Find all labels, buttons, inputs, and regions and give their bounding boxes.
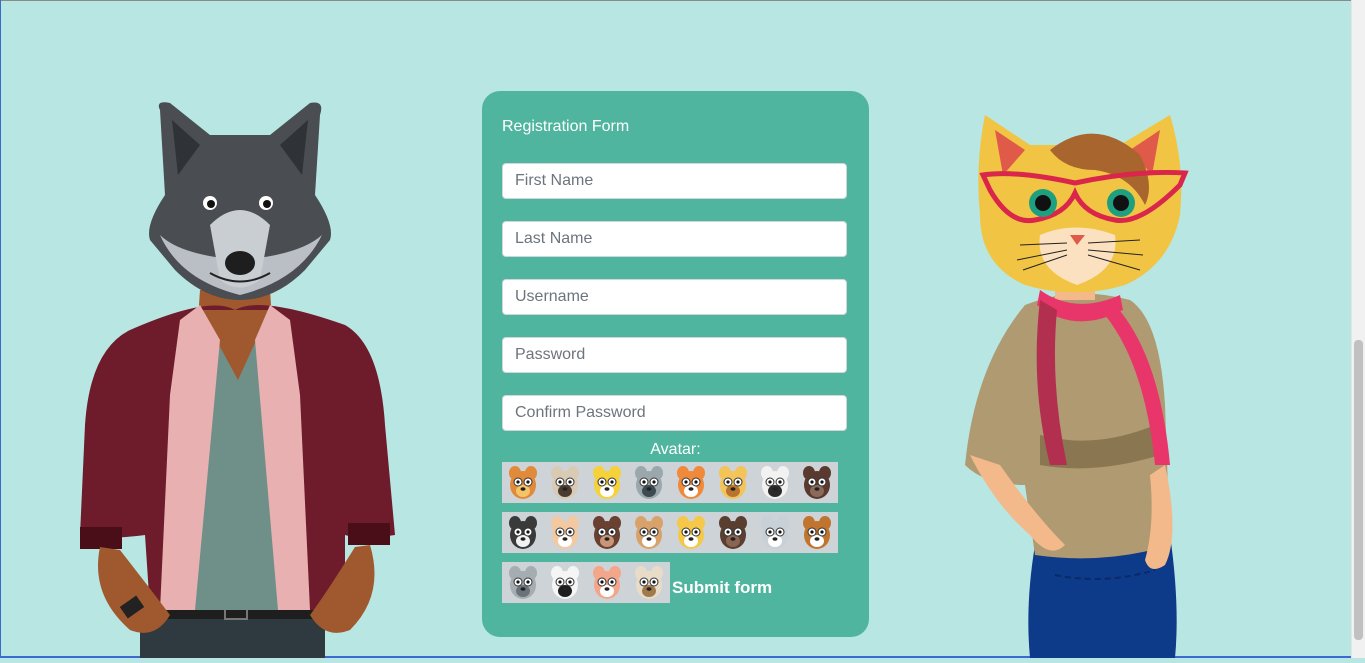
- avatar-pig[interactable]: [586, 562, 628, 603]
- chick-icon: [593, 466, 621, 499]
- first-name-input[interactable]: [502, 163, 847, 199]
- panda-icon: [551, 566, 579, 599]
- avatar-lion[interactable]: [502, 462, 544, 503]
- avatar-label: Avatar:: [650, 441, 701, 458]
- window-left-border: [0, 0, 1, 658]
- avatar-gorilla[interactable]: [796, 462, 838, 503]
- submit-form-button[interactable]: Submit form: [672, 576, 772, 600]
- avatar-raccoon[interactable]: [628, 462, 670, 503]
- avatar-chick[interactable]: [586, 462, 628, 503]
- vertical-scrollbar[interactable]: [1351, 0, 1365, 658]
- avatar-monkey[interactable]: [586, 512, 628, 553]
- cat-character-illustration: [955, 105, 1200, 658]
- gorilla-icon: [803, 466, 831, 499]
- registration-form-card: Registration Form Avatar: Submit form: [482, 91, 869, 637]
- username-input[interactable]: [502, 279, 847, 315]
- scrollbar-thumb[interactable]: [1354, 340, 1363, 640]
- window-top-border: [0, 0, 1365, 1]
- avatar-row-1: [502, 462, 838, 503]
- wolf-icon: [761, 516, 789, 549]
- password-input[interactable]: [502, 337, 847, 373]
- bear-icon: [719, 516, 747, 549]
- last-name-input[interactable]: [502, 221, 847, 257]
- form-title: Registration Form: [502, 118, 630, 135]
- avatar-dog[interactable]: [796, 512, 838, 553]
- avatar-rabbit[interactable]: [544, 512, 586, 553]
- avatar-koala[interactable]: [502, 562, 544, 603]
- avatar-pug[interactable]: [544, 462, 586, 503]
- skunk-icon: [509, 516, 537, 549]
- lion-cub-icon: [677, 516, 705, 549]
- avatar-reindeer[interactable]: [628, 562, 670, 603]
- deer-icon: [635, 516, 663, 549]
- avatar-giraffe[interactable]: [712, 462, 754, 503]
- confirm-password-input[interactable]: [502, 395, 847, 431]
- fox-character-illustration: [60, 95, 420, 660]
- avatar-fox[interactable]: [670, 462, 712, 503]
- avatar-bear[interactable]: [712, 512, 754, 553]
- koala-icon: [509, 566, 537, 599]
- monkey-icon: [593, 516, 621, 549]
- avatar-badger[interactable]: [754, 462, 796, 503]
- avatar-row-2: [502, 512, 838, 553]
- dog-icon: [803, 516, 831, 549]
- badger-icon: [761, 466, 789, 499]
- rabbit-icon: [551, 516, 579, 549]
- giraffe-icon: [719, 466, 747, 499]
- avatar-skunk[interactable]: [502, 512, 544, 553]
- avatar-row-3: [502, 562, 670, 603]
- avatar-wolf[interactable]: [754, 512, 796, 553]
- fox-icon: [677, 466, 705, 499]
- avatar-panda[interactable]: [544, 562, 586, 603]
- raccoon-icon: [635, 466, 663, 499]
- avatar-deer[interactable]: [628, 512, 670, 553]
- lion-icon: [509, 466, 537, 499]
- pig-icon: [593, 566, 621, 599]
- pug-icon: [551, 466, 579, 499]
- avatar-lion-cub[interactable]: [670, 512, 712, 553]
- reindeer-icon: [635, 566, 663, 599]
